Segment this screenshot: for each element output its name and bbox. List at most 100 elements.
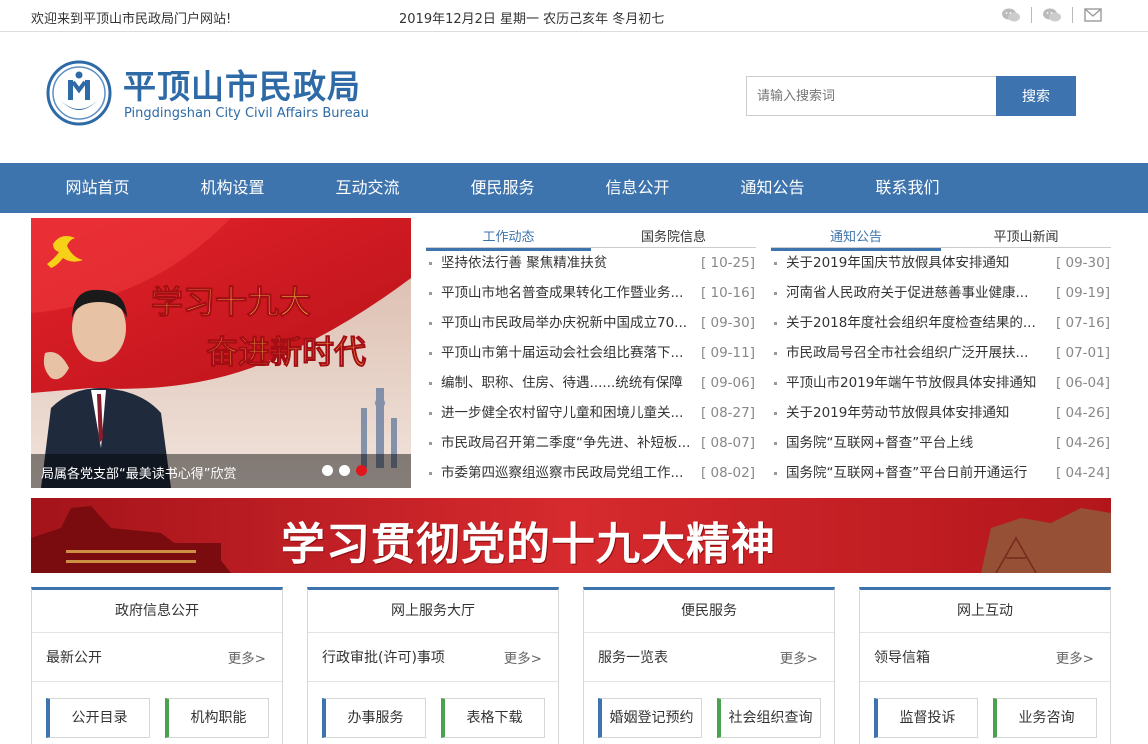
btn-services[interactable]: 办事服务 (322, 698, 426, 738)
bullet-icon (429, 472, 432, 475)
more-link[interactable]: 更多> (228, 647, 266, 667)
list-item-title[interactable]: 关于2019年劳动节放假具体安排通知 (786, 398, 1041, 428)
list-item-title[interactable]: 平顶山市地名普查成果转化工作暨业务... (441, 278, 696, 308)
slider-dot[interactable] (339, 465, 350, 476)
btn-marriage-booking[interactable]: 婚姻登记预约 (598, 698, 702, 738)
nav-item-interaction[interactable]: 互动交流 (300, 163, 435, 213)
card-row: 最新公开 更多> (46, 647, 266, 667)
nav-item-organization[interactable]: 机构设置 (165, 163, 300, 213)
list-item[interactable]: 国务院“互联网+督查”平台上线 [ 04-26] (771, 428, 1111, 458)
btn-consultation[interactable]: 业务咨询 (993, 698, 1097, 738)
card-row-label[interactable]: 服务一览表 (598, 650, 668, 666)
wechat-icon[interactable] (1000, 5, 1022, 25)
tab-notices[interactable]: 通知公告 (771, 226, 941, 251)
list-item-title[interactable]: 市民政局召开第二季度“争先进、补短板... (441, 428, 696, 458)
slider-dot-active[interactable] (356, 465, 367, 476)
list-item-title[interactable]: 平顶山市第十届运动会社会组比赛落下... (441, 338, 696, 368)
list-item-date: [ 10-25] (700, 255, 755, 271)
card-divider (308, 681, 558, 682)
tab-city-news[interactable]: 平顶山新闻 (941, 226, 1111, 248)
more-link[interactable]: 更多> (780, 647, 818, 667)
slider-dots (322, 465, 367, 476)
list-item-date: [ 09-30] (700, 315, 755, 331)
list-item-title[interactable]: 编制、职称、住房、待遇......统统有保障 (441, 368, 696, 398)
list-item-title[interactable]: 平顶山市民政局举办庆祝新中国成立70... (441, 308, 696, 338)
nav-item-info-disclosure[interactable]: 信息公开 (570, 163, 705, 213)
nav-item-home[interactable]: 网站首页 (30, 163, 165, 213)
card-title: 网上互动 (860, 590, 1110, 633)
list-item[interactable]: 关于2019年劳动节放假具体安排通知 [ 04-26] (771, 398, 1111, 428)
slider-slogan-line1: 学习十九大 (151, 283, 311, 321)
list-item-date: [ 04-24] (1055, 465, 1110, 481)
list-item-title[interactable]: 坚持依法行善 聚焦精准扶贫 (441, 248, 696, 278)
logo-emblem-icon[interactable] (46, 60, 112, 126)
bullet-icon (429, 412, 432, 415)
nav-item-contact[interactable]: 联系我们 (840, 163, 975, 213)
nav-item-services[interactable]: 便民服务 (435, 163, 570, 213)
list-item[interactable]: 平顶山市2019年端午节放假具体安排通知 [ 06-04] (771, 368, 1111, 398)
list-item-title[interactable]: 关于2019年国庆节放假具体安排通知 (786, 248, 1041, 278)
list-item-title[interactable]: 国务院“互联网+督查”平台日前开通运行 (786, 458, 1041, 488)
list-item[interactable]: 国务院“互联网+督查”平台日前开通运行 [ 04-24] (771, 458, 1111, 488)
list-item-date: [ 08-07] (700, 435, 755, 451)
site-title-cn[interactable]: 平顶山市民政局 (123, 60, 361, 108)
tab-state-council[interactable]: 国务院信息 (591, 226, 756, 248)
news-panel-work: 工作动态 国务院信息 坚持依法行善 聚焦精准扶贫[ 10-25] 平顶山市地名普查… (426, 218, 756, 488)
image-slider[interactable]: 学习十九大 奋进新时代 局属各党支部“最美读书心得”欣赏 (31, 218, 411, 488)
card-convenience: 便民服务 服务一览表 更多> 婚姻登记预约 社会组织查询 (583, 587, 835, 744)
bullet-icon (774, 442, 777, 445)
btn-org-functions[interactable]: 机构职能 (165, 698, 269, 738)
mail-icon[interactable] (1082, 5, 1104, 25)
weibo-icon[interactable] (1041, 5, 1063, 25)
nav-item-notices[interactable]: 通知公告 (705, 163, 840, 213)
news-tabs: 工作动态 国务院信息 (426, 224, 756, 251)
date-text: 2019年12月2日 星期一 农历己亥年 冬月初七 (399, 12, 665, 27)
list-item-date: [ 09-06] (700, 375, 755, 391)
card-row-label[interactable]: 行政审批(许可)事项 (322, 650, 445, 666)
list-item[interactable]: 编制、职称、住房、待遇......统统有保障[ 09-06] (426, 368, 756, 398)
list-item-title[interactable]: 河南省人民政府关于促进慈善事业健康... (786, 278, 1041, 308)
list-item[interactable]: 河南省人民政府关于促进慈善事业健康... [ 09-19] (771, 278, 1111, 308)
list-item-title[interactable]: 市委第四巡察组巡察市民政局党组工作... (441, 458, 696, 488)
list-item[interactable]: 坚持依法行善 聚焦精准扶贫[ 10-25] (426, 248, 756, 278)
list-item[interactable]: 平顶山市民政局举办庆祝新中国成立70...[ 09-30] (426, 308, 756, 338)
btn-complaint[interactable]: 监督投诉 (874, 698, 978, 738)
btn-social-org-query[interactable]: 社会组织查询 (717, 698, 821, 738)
list-item-title[interactable]: 市民政局号召全市社会组织广泛开展扶... (786, 338, 1041, 368)
card-gov-info: 政府信息公开 最新公开 更多> 公开目录 机构职能 (31, 587, 283, 744)
list-item[interactable]: 市民政局召开第二季度“争先进、补短板...[ 08-07] (426, 428, 756, 458)
search-button[interactable]: 搜索 (996, 76, 1076, 116)
bullet-icon (429, 262, 432, 265)
btn-form-download[interactable]: 表格下载 (441, 698, 545, 738)
list-item-date: [ 08-27] (700, 405, 755, 421)
slider-dot[interactable] (322, 465, 333, 476)
list-item-title[interactable]: 国务院“互联网+督查”平台上线 (786, 428, 1041, 458)
card-title: 便民服务 (584, 590, 834, 633)
btn-public-catalog[interactable]: 公开目录 (46, 698, 150, 738)
list-item-title[interactable]: 关于2018年度社会组织年度检查结果的... (786, 308, 1041, 338)
more-link[interactable]: 更多> (1056, 647, 1094, 667)
list-item[interactable]: 平顶山市第十届运动会社会组比赛落下...[ 09-11] (426, 338, 756, 368)
list-item[interactable]: 市民政局号召全市社会组织广泛开展扶... [ 07-01] (771, 338, 1111, 368)
card-row-label[interactable]: 领导信箱 (874, 650, 930, 666)
list-item[interactable]: 关于2018年度社会组织年度检查结果的... [ 07-16] (771, 308, 1111, 338)
list-item-title[interactable]: 平顶山市2019年端午节放假具体安排通知 (786, 368, 1041, 398)
card-divider (32, 681, 282, 682)
search-input[interactable] (746, 76, 996, 116)
more-link[interactable]: 更多> (504, 647, 542, 667)
bullet-icon (774, 262, 777, 265)
slider-image: 学习十九大 奋进新时代 (31, 218, 411, 488)
bullet-icon (774, 472, 777, 475)
card-row-label[interactable]: 最新公开 (46, 650, 102, 666)
list-item[interactable]: 关于2019年国庆节放假具体安排通知 [ 09-30] (771, 248, 1111, 278)
list-item[interactable]: 平顶山市地名普查成果转化工作暨业务...[ 10-16] (426, 278, 756, 308)
list-item[interactable]: 进一步健全农村留守儿童和困境儿童关...[ 08-27] (426, 398, 756, 428)
news-panel-notices: 通知公告 平顶山新闻 关于2019年国庆节放假具体安排通知 [ 09-30] 河南省… (771, 218, 1111, 488)
promo-banner[interactable]: 学习贯彻党的十九大精神 (31, 498, 1111, 573)
bullet-icon (429, 382, 432, 385)
list-item-date: [ 04-26] (1055, 435, 1110, 451)
list-item-title[interactable]: 进一步健全农村留守儿童和困境儿童关... (441, 398, 696, 428)
tab-work-news[interactable]: 工作动态 (426, 226, 591, 251)
list-item[interactable]: 市委第四巡察组巡察市民政局党组工作...[ 08-02] (426, 458, 756, 488)
slider-caption[interactable]: 局属各党支部“最美读书心得”欣赏 (41, 463, 236, 482)
